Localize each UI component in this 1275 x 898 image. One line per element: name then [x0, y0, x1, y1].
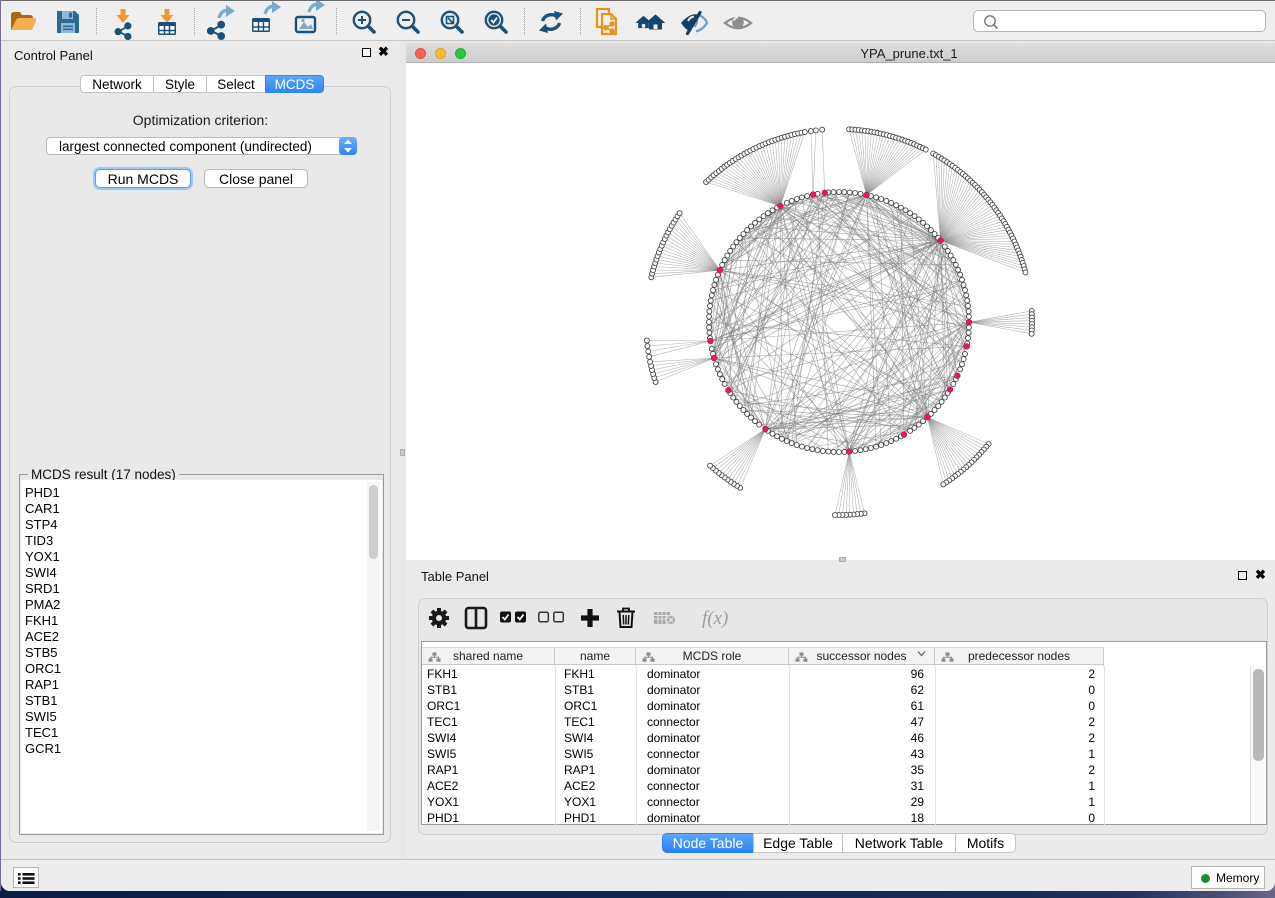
svg-text:f(x): f(x)	[702, 608, 728, 629]
